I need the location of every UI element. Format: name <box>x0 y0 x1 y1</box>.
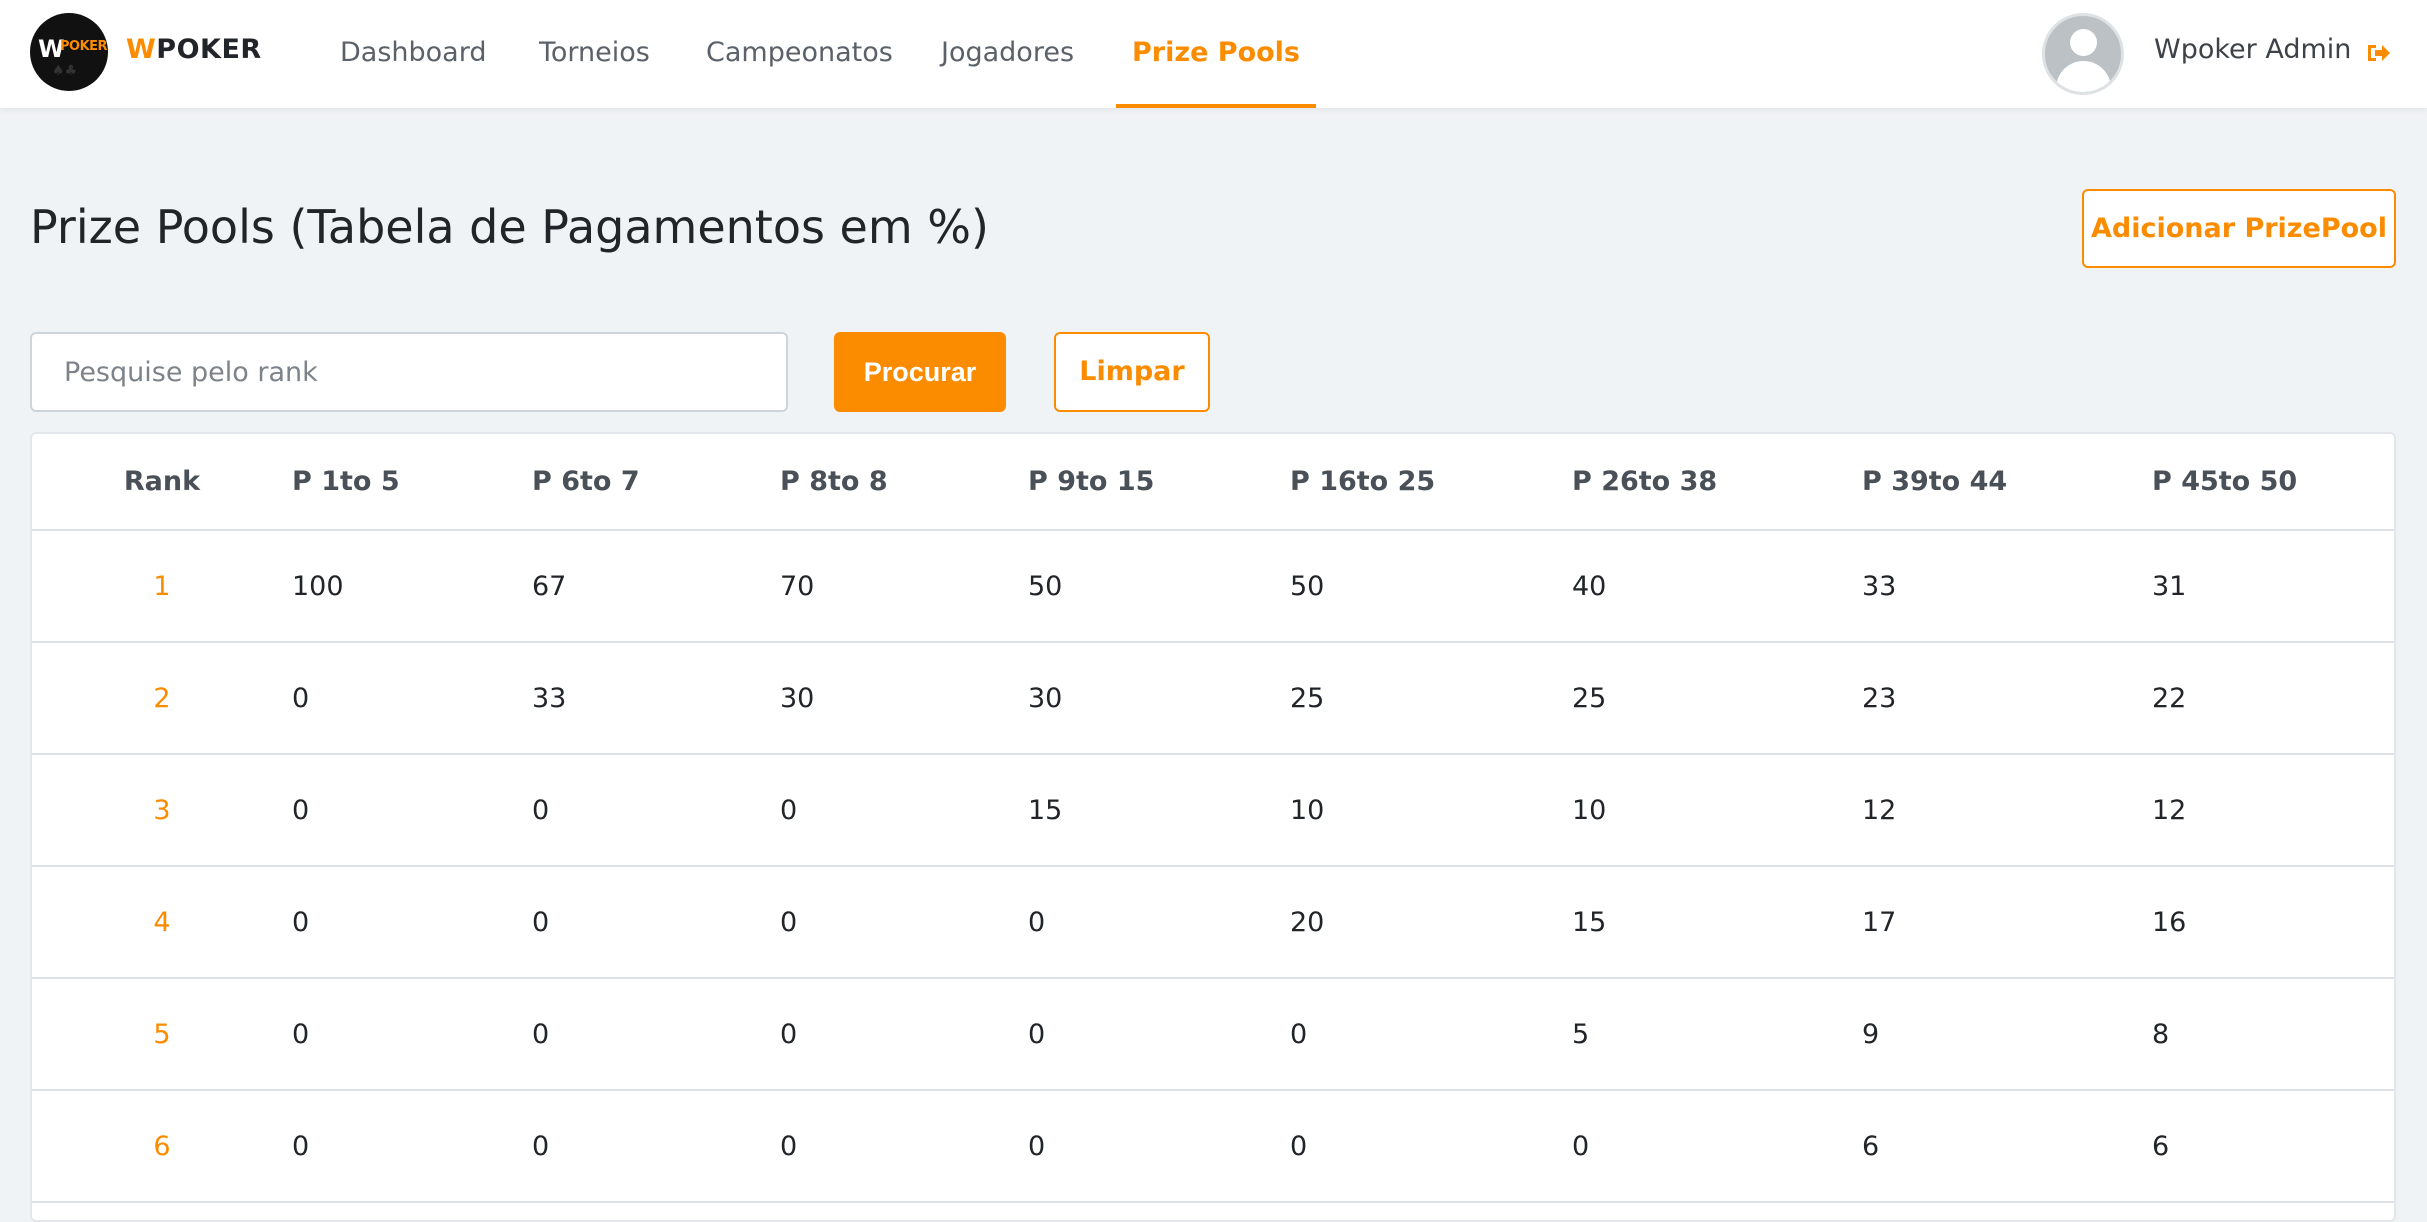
table-cell: 0 <box>1028 866 1290 979</box>
table-cell: 12 <box>2152 754 2394 867</box>
avatar-head <box>2070 29 2097 56</box>
nav-item-prize-pools[interactable]: Prize Pools <box>1116 0 1316 108</box>
brand-name[interactable]: WPOKER <box>126 34 262 65</box>
table-cell: 20 <box>1290 866 1572 979</box>
table-cell: 0 <box>532 754 780 867</box>
table-cell: 25 <box>1290 642 1572 755</box>
rank-link[interactable]: 3 <box>32 754 292 867</box>
table-cell: 0 <box>292 642 532 755</box>
table-cell: 67 <box>532 530 780 643</box>
add-prizepool-button[interactable]: Adicionar PrizePool <box>2082 189 2396 268</box>
table-cell: 25 <box>1572 642 1862 755</box>
rank-link[interactable]: 4 <box>32 866 292 979</box>
brand-logo[interactable]: W POKER ♠♣ <box>30 13 108 91</box>
avatar-body <box>2056 61 2111 92</box>
table-cell: 0 <box>292 1090 532 1203</box>
sign-out-icon[interactable] <box>2366 42 2390 64</box>
table-cell: 33 <box>1862 530 2152 643</box>
table-cell: 0 <box>780 978 1028 1091</box>
table-cell: 10 <box>1572 754 1862 867</box>
table-cell: 40 <box>1572 530 1862 643</box>
column-header[interactable]: P 45to 50 <box>2152 434 2394 531</box>
prize-pools-table-card: Rank P 1to 5 P 6to 7 P 8to 8 P 9to 15 P … <box>30 432 2396 1222</box>
column-header[interactable]: P 26to 38 <box>1572 434 1862 531</box>
column-header[interactable]: P 9to 15 <box>1028 434 1290 531</box>
table-cell: 17 <box>1862 866 2152 979</box>
table-row[interactable]: 600000066 <box>32 1090 2394 1203</box>
table-cell: 0 <box>1290 1090 1572 1203</box>
table-cell: 0 <box>532 1090 780 1203</box>
rank-search-input[interactable] <box>30 332 788 412</box>
table-cell: 0 <box>780 1090 1028 1203</box>
nav-item-torneios[interactable]: Torneios <box>539 0 650 108</box>
table-cell: 70 <box>780 530 1028 643</box>
column-header[interactable]: P 6to 7 <box>532 434 780 531</box>
nav-item-campeonatos[interactable]: Campeonatos <box>706 0 893 108</box>
search-button[interactable]: Procurar <box>834 332 1006 412</box>
nav-item-dashboard[interactable]: Dashboard <box>340 0 486 108</box>
table-cell: 6 <box>2152 1090 2394 1203</box>
table-cell: 0 <box>292 866 532 979</box>
table-cell: 0 <box>1290 978 1572 1091</box>
table-cell: 8 <box>2152 978 2394 1091</box>
card-suits-icon: ♠♣ <box>52 63 78 79</box>
table-cell: 0 <box>292 754 532 867</box>
table-cell: 0 <box>1572 1090 1862 1203</box>
table-row[interactable]: 2 0 33 30 30 25 25 23 22 <box>32 642 2394 755</box>
table-cell: 6 <box>1862 1090 2152 1203</box>
table-cell: 0 <box>532 978 780 1091</box>
user-name[interactable]: Wpoker Admin <box>2154 34 2351 65</box>
page-title: Prize Pools (Tabela de Pagamentos em %) <box>30 200 989 254</box>
table-cell: 33 <box>532 642 780 755</box>
table-cell: 0 <box>1028 1090 1290 1203</box>
column-header[interactable]: P 1to 5 <box>292 434 532 531</box>
table-row[interactable]: 500000598 <box>32 978 2394 1091</box>
table-cell: 0 <box>780 866 1028 979</box>
nav-item-jogadores[interactable]: Jogadores <box>941 0 1074 108</box>
table-cell: 50 <box>1290 530 1572 643</box>
table-body: 1 100 67 70 50 50 40 33 31 2 0 33 30 30 25 25 23 22 3 0 0 0 15… <box>32 530 2394 1203</box>
rank-link[interactable]: 1 <box>32 530 292 643</box>
logo-word: POKER <box>60 39 108 54</box>
column-header-rank[interactable]: Rank <box>32 434 292 531</box>
brand-name-initial: W <box>126 34 157 65</box>
table-cell: 22 <box>2152 642 2394 755</box>
column-header[interactable]: P 39to 44 <box>1862 434 2152 531</box>
table-header-row: Rank P 1to 5 P 6to 7 P 8to 8 P 9to 15 P … <box>32 434 2394 531</box>
table-row[interactable]: 4 0 0 0 0 20 15 17 16 <box>32 866 2394 979</box>
table-cell: 15 <box>1028 754 1290 867</box>
prize-pools-table: Rank P 1to 5 P 6to 7 P 8to 8 P 9to 15 P … <box>32 434 2394 1203</box>
table-cell: 31 <box>2152 530 2394 643</box>
table-cell: 100 <box>292 530 532 643</box>
table-cell: 10 <box>1290 754 1572 867</box>
table-cell: 0 <box>292 978 532 1091</box>
column-header[interactable]: P 8to 8 <box>780 434 1028 531</box>
table-cell: 50 <box>1028 530 1290 643</box>
table-row[interactable]: 1 100 67 70 50 50 40 33 31 <box>32 530 2394 643</box>
rank-link[interactable]: 6 <box>32 1090 292 1203</box>
table-cell: 23 <box>1862 642 2152 755</box>
user-avatar-icon[interactable] <box>2042 13 2124 95</box>
table-cell: 15 <box>1572 866 1862 979</box>
clear-button[interactable]: Limpar <box>1054 332 1210 412</box>
table-cell: 12 <box>1862 754 2152 867</box>
table-cell: 16 <box>2152 866 2394 979</box>
table-cell: 0 <box>780 754 1028 867</box>
table-cell: 0 <box>532 866 780 979</box>
rank-link[interactable]: 5 <box>32 978 292 1091</box>
brand-name-rest: POKER <box>156 34 262 65</box>
column-header[interactable]: P 16to 25 <box>1290 434 1572 531</box>
table-cell: 5 <box>1572 978 1862 1091</box>
rank-link[interactable]: 2 <box>32 642 292 755</box>
table-cell: 30 <box>1028 642 1290 755</box>
table-cell: 30 <box>780 642 1028 755</box>
top-navbar: W POKER ♠♣ WPOKER Dashboard Torneios Cam… <box>0 0 2427 108</box>
table-cell: 0 <box>1028 978 1290 1091</box>
table-cell: 9 <box>1862 978 2152 1091</box>
table-row[interactable]: 3 0 0 0 15 10 10 12 12 <box>32 754 2394 867</box>
